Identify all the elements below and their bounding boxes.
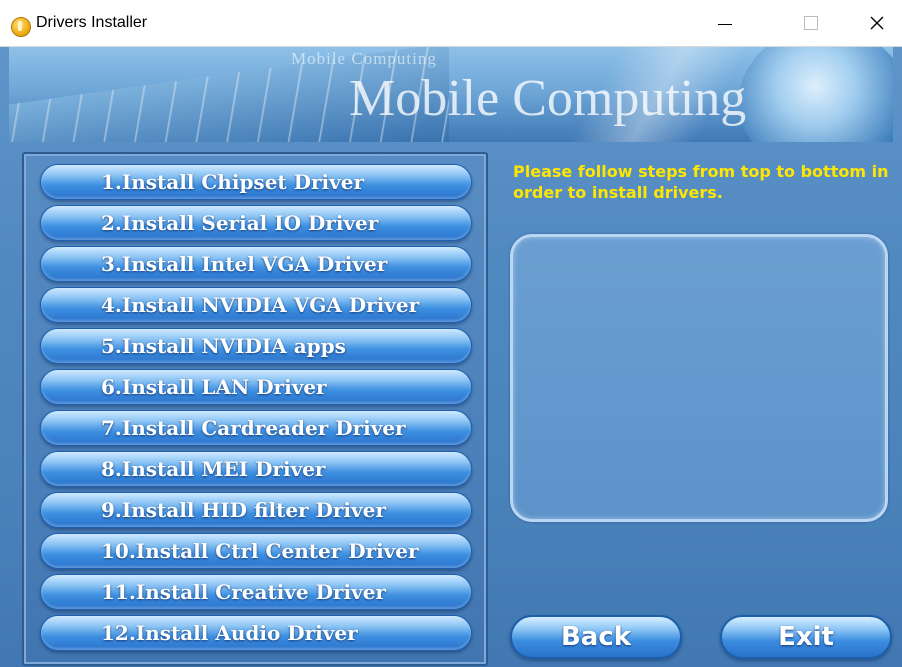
banner-small-text: Mobile Computing bbox=[291, 49, 437, 68]
minimize-button[interactable] bbox=[702, 0, 748, 46]
install-ctrl-center-driver-button[interactable]: 10.Install Ctrl Center Driver bbox=[40, 533, 472, 569]
install-serial-io-driver-button[interactable]: 2.Install Serial IO Driver bbox=[40, 205, 472, 241]
install-instructions: Please follow steps from top to bottom i… bbox=[513, 162, 889, 202]
maximize-button[interactable] bbox=[788, 0, 834, 46]
install-chipset-driver-button[interactable]: 1.Install Chipset Driver bbox=[40, 164, 472, 200]
install-nvidia-vga-driver-button[interactable]: 4.Install NVIDIA VGA Driver bbox=[40, 287, 472, 323]
close-icon bbox=[870, 16, 884, 30]
maximize-icon bbox=[804, 16, 818, 30]
install-creative-driver-button[interactable]: 11.Install Creative Driver bbox=[40, 574, 472, 610]
exit-button[interactable]: Exit bbox=[720, 615, 892, 659]
back-button[interactable]: Back bbox=[510, 615, 682, 659]
status-display-box bbox=[510, 234, 888, 522]
title-bar: Drivers Installer bbox=[0, 0, 902, 47]
installer-client-area: Mobile Computing Mobile Computing 1.Inst… bbox=[0, 47, 902, 667]
mobile-computing-banner: Mobile Computing Mobile Computing bbox=[9, 47, 893, 142]
install-audio-driver-button[interactable]: 12.Install Audio Driver bbox=[40, 615, 472, 651]
driver-list-panel: 1.Install Chipset Driver 2.Install Seria… bbox=[22, 152, 488, 666]
banner-globe-graphic bbox=[739, 47, 893, 142]
window-title: Drivers Installer bbox=[36, 14, 148, 31]
install-mei-driver-button[interactable]: 8.Install MEI Driver bbox=[40, 451, 472, 487]
install-cardreader-driver-button[interactable]: 7.Install Cardreader Driver bbox=[40, 410, 472, 446]
install-lan-driver-button[interactable]: 6.Install LAN Driver bbox=[40, 369, 472, 405]
banner-title: Mobile Computing bbox=[349, 70, 747, 127]
install-intel-vga-driver-button[interactable]: 3.Install Intel VGA Driver bbox=[40, 246, 472, 282]
close-button[interactable] bbox=[854, 0, 900, 46]
install-hid-filter-driver-button[interactable]: 9.Install HID filter Driver bbox=[40, 492, 472, 528]
install-nvidia-apps-button[interactable]: 5.Install NVIDIA apps bbox=[40, 328, 472, 364]
minimize-icon bbox=[718, 23, 732, 25]
installer-disc-icon bbox=[11, 17, 31, 37]
